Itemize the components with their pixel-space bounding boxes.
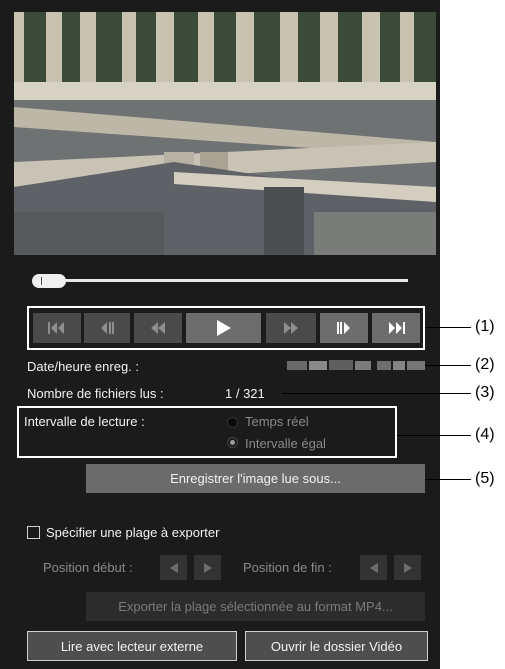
- files-read-value: 1 / 321: [225, 386, 265, 401]
- end-prev-button[interactable]: [360, 555, 387, 580]
- step-forward-icon: [337, 322, 350, 334]
- callout-line-2: [425, 365, 471, 366]
- redacted-date-value: [287, 360, 425, 370]
- skip-to-end-icon: [389, 322, 405, 334]
- end-position-label: Position de fin :: [243, 560, 332, 575]
- step-back-button[interactable]: [84, 313, 130, 343]
- step-forward-button[interactable]: [320, 313, 368, 343]
- arrow-left-icon: [369, 562, 378, 573]
- callout-5: (5): [475, 470, 495, 487]
- seek-handle[interactable]: [32, 274, 66, 288]
- start-next-button[interactable]: [194, 555, 221, 580]
- callout-line-5: [425, 479, 471, 480]
- arrow-left-icon: [169, 562, 178, 573]
- recording-date-label: Date/heure enreg. :: [27, 359, 140, 374]
- callout-line-1: [425, 327, 471, 328]
- arrow-right-icon: [203, 562, 212, 573]
- callout-3: (3): [475, 384, 495, 401]
- skip-to-end-button[interactable]: [372, 313, 420, 343]
- arrow-right-icon: [403, 562, 412, 573]
- interval-label: Intervalle de lecture :: [24, 414, 145, 429]
- external-player-button[interactable]: Lire avec lecteur externe: [27, 631, 237, 661]
- skip-to-start-button[interactable]: [33, 313, 81, 343]
- export-mp4-button[interactable]: Exporter la plage sélectionnée au format…: [86, 592, 425, 621]
- skip-to-start-icon: [48, 322, 64, 334]
- radio-equal-interval[interactable]: [227, 437, 238, 448]
- end-next-button[interactable]: [394, 555, 421, 580]
- callout-1: (1): [475, 318, 495, 335]
- fast-forward-icon: [284, 322, 298, 334]
- save-image-button[interactable]: Enregistrer l'image lue sous...: [86, 464, 425, 493]
- callout-line-4: [397, 435, 471, 436]
- radio-equal-interval-label[interactable]: Intervalle égal: [245, 436, 326, 451]
- export-range-checkbox[interactable]: [27, 526, 40, 539]
- files-read-label: Nombre de fichiers lus :: [27, 386, 164, 401]
- play-icon: [216, 320, 231, 336]
- playback-panel: Date/heure enreg. : Nombre de fichiers l…: [0, 0, 440, 669]
- rewind-button[interactable]: [134, 313, 182, 343]
- start-position-label: Position début :: [43, 560, 133, 575]
- open-video-folder-button[interactable]: Ouvrir le dossier Vidéo: [245, 631, 428, 661]
- fast-forward-button[interactable]: [266, 313, 316, 343]
- start-prev-button[interactable]: [160, 555, 187, 580]
- step-back-icon: [101, 322, 114, 334]
- rewind-icon: [151, 322, 165, 334]
- radio-realtime[interactable]: [227, 417, 238, 428]
- seek-track[interactable]: [38, 279, 408, 282]
- play-button[interactable]: [186, 313, 261, 343]
- video-preview: [14, 12, 436, 255]
- radio-realtime-label[interactable]: Temps réel: [245, 414, 309, 429]
- callout-line-3: [282, 393, 471, 394]
- export-range-label[interactable]: Spécifier une plage à exporter: [46, 525, 219, 540]
- callout-4: (4): [475, 426, 495, 443]
- callout-2: (2): [475, 356, 495, 373]
- video-frame-image: [14, 12, 436, 255]
